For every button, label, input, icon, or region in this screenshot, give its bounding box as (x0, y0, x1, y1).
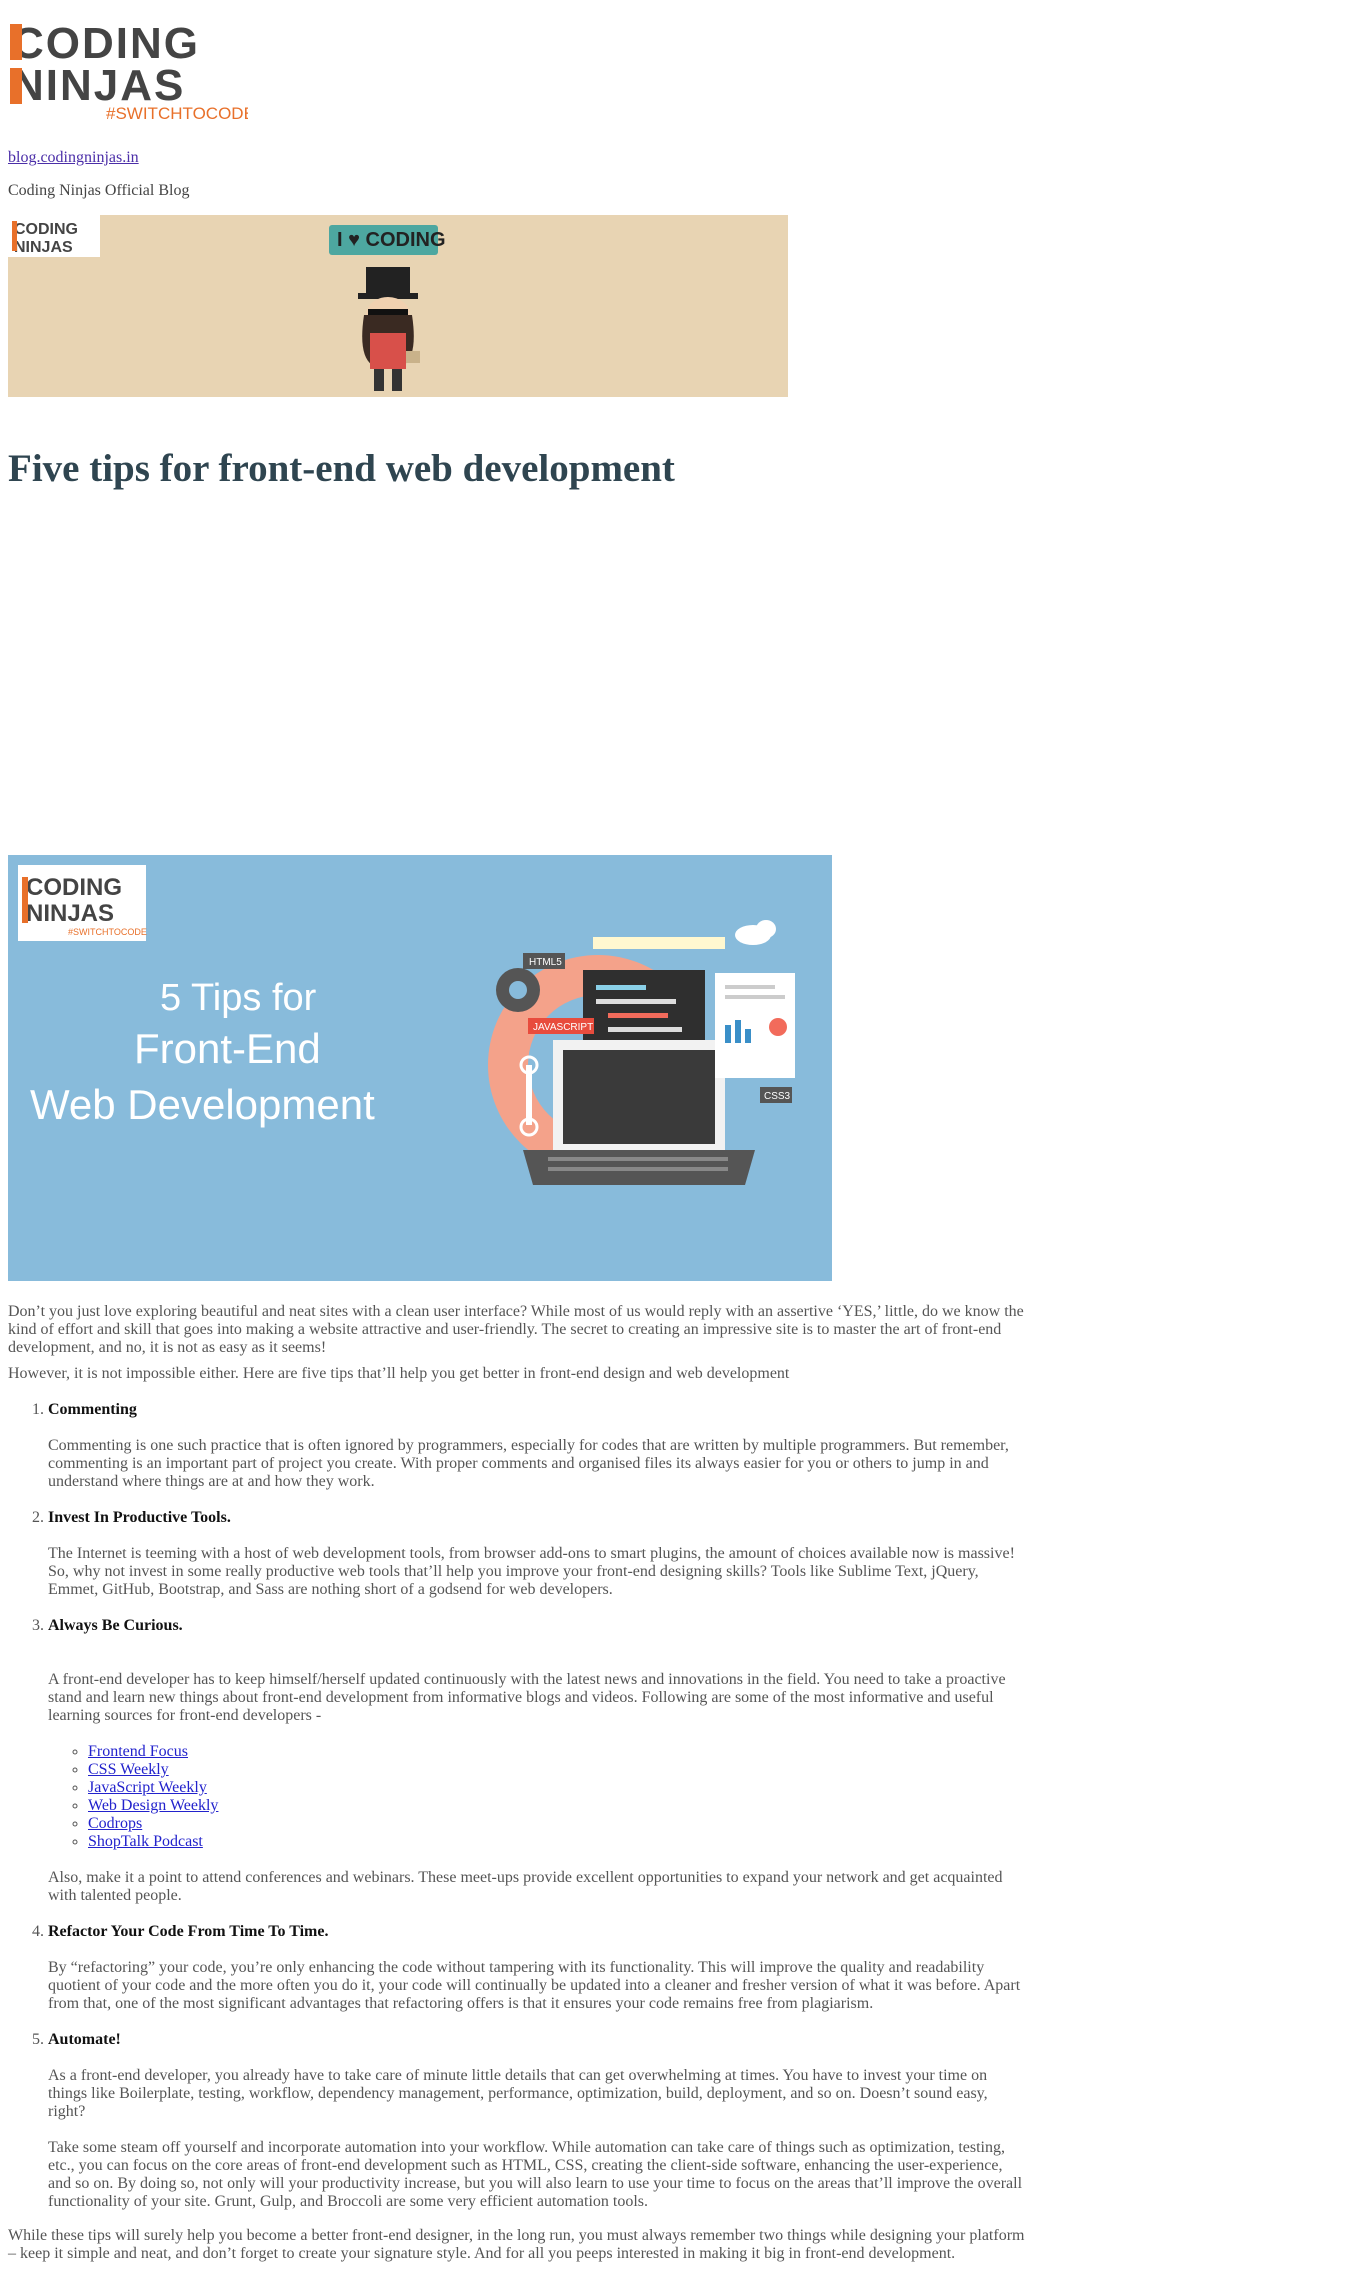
tip-text: The Internet is teeming with a host of w… (48, 1545, 1015, 1598)
hero-headline-line3: Web Development (30, 1081, 375, 1128)
tips-list: Commenting Commenting is one such practi… (8, 1401, 1028, 2211)
html-tag: HTML5 (529, 957, 562, 968)
ruler-icon (593, 937, 725, 949)
tip-text: Also, make it a point to attend conferen… (48, 1869, 1003, 1904)
logo-accent-shape (10, 68, 22, 104)
resource-link-frontend-focus[interactable]: Frontend Focus (88, 1743, 188, 1760)
coding-badge-text: I ♥ CODING (337, 229, 446, 251)
coding-ninjas-logo[interactable]: CODING NINJAS #SWITCHTOCODE (8, 16, 248, 122)
logo-tag: #SWITCHTOCODE (106, 104, 248, 122)
banner-logo-line2: NINJAS (14, 239, 73, 256)
resource-link-web-design-weekly[interactable]: Web Design Weekly (88, 1797, 218, 1814)
hero-headline-line2: Front-End (134, 1025, 321, 1072)
resource-link-codrops[interactable]: Codrops (88, 1815, 142, 1832)
javascript-tag: JAVASCRIPT (533, 1022, 593, 1033)
tip-heading: Refactor Your Code From Time To Time. (48, 1923, 329, 1940)
tip-text: A front-end developer has to keep himsel… (48, 1671, 1006, 1724)
hero-logo-accent (22, 877, 28, 923)
cloud-icon (735, 920, 776, 945)
resource-list: Frontend Focus CSS Weekly JavaScript Wee… (48, 1743, 1028, 1851)
tip-heading: Automate! (48, 2031, 121, 2048)
post-title: Five tips for front-end web development (8, 447, 675, 490)
list-item: JavaScript Weekly (88, 1779, 1028, 1797)
tip-heading: Always Be Curious. (48, 1617, 183, 1634)
closing-paragraph: While these tips will surely help you be… (8, 2227, 1025, 2262)
article-body: Don’t you just love exploring beautiful … (8, 1303, 1028, 2263)
document-icon (715, 973, 795, 1078)
tip-text: Commenting is one such practice that is … (48, 1437, 1009, 1490)
tip-text: As a front-end developer, you already ha… (48, 2067, 988, 2120)
hero-image: CODING NINJAS #SWITCHTOCODE 5 Tips for F… (8, 855, 832, 1281)
resource-link-shoptalk-podcast[interactable]: ShopTalk Podcast (88, 1833, 203, 1850)
site-tagline: Coding Ninjas Official Blog (8, 182, 190, 199)
logo-accent-shape (10, 24, 22, 60)
list-item: ShopTalk Podcast (88, 1833, 1028, 1851)
ninja-character-icon (358, 267, 420, 391)
site-home-link[interactable]: blog.codingninjas.in (8, 149, 139, 167)
banner-illustration: CODING NINJAS I ♥ CODING (8, 215, 446, 391)
resource-link-javascript-weekly[interactable]: JavaScript Weekly (88, 1779, 207, 1796)
hero-headline-line1: 5 Tips for (160, 977, 317, 1019)
tip-item: Refactor Your Code From Time To Time. By… (48, 1923, 1028, 2013)
tip-item: Automate! As a front-end developer, you … (48, 2031, 1028, 2211)
hero-logo-tag: #SWITCHTOCODE (68, 927, 147, 937)
list-item: Web Design Weekly (88, 1797, 1028, 1815)
tip-text: Take some steam off yourself and incorpo… (48, 2139, 1023, 2210)
tip-text: By “refactoring” your code, you’re only … (48, 1959, 1021, 2012)
tip-item: Invest In Productive Tools. The Internet… (48, 1509, 1028, 1599)
tip-item: Commenting Commenting is one such practi… (48, 1401, 1028, 1491)
tip-heading: Invest In Productive Tools. (48, 1509, 231, 1526)
logo-line2: NINJAS (12, 61, 185, 110)
header-banner: CODING NINJAS I ♥ CODING (8, 215, 788, 397)
resource-link-css-weekly[interactable]: CSS Weekly (88, 1761, 169, 1778)
intro-paragraph: Don’t you just love exploring beautiful … (8, 1303, 1024, 1356)
hero-illustration: CODING NINJAS #SWITCHTOCODE 5 Tips for F… (18, 865, 795, 1185)
hero-logo-line2: NINJAS (26, 900, 114, 927)
list-item: Frontend Focus (88, 1743, 1028, 1761)
tip-heading: Commenting (48, 1401, 137, 1418)
banner-logo-accent (12, 221, 17, 251)
list-item: Codrops (88, 1815, 1028, 1833)
intro-paragraph: However, it is not impossible either. He… (8, 1365, 790, 1382)
banner-logo-line1: CODING (14, 221, 78, 238)
css-tag: CSS3 (764, 1091, 791, 1102)
tip-item: Always Be Curious. A front-end developer… (48, 1617, 1028, 1905)
hero-logo-line1: CODING (26, 874, 122, 901)
list-item: CSS Weekly (88, 1761, 1028, 1779)
